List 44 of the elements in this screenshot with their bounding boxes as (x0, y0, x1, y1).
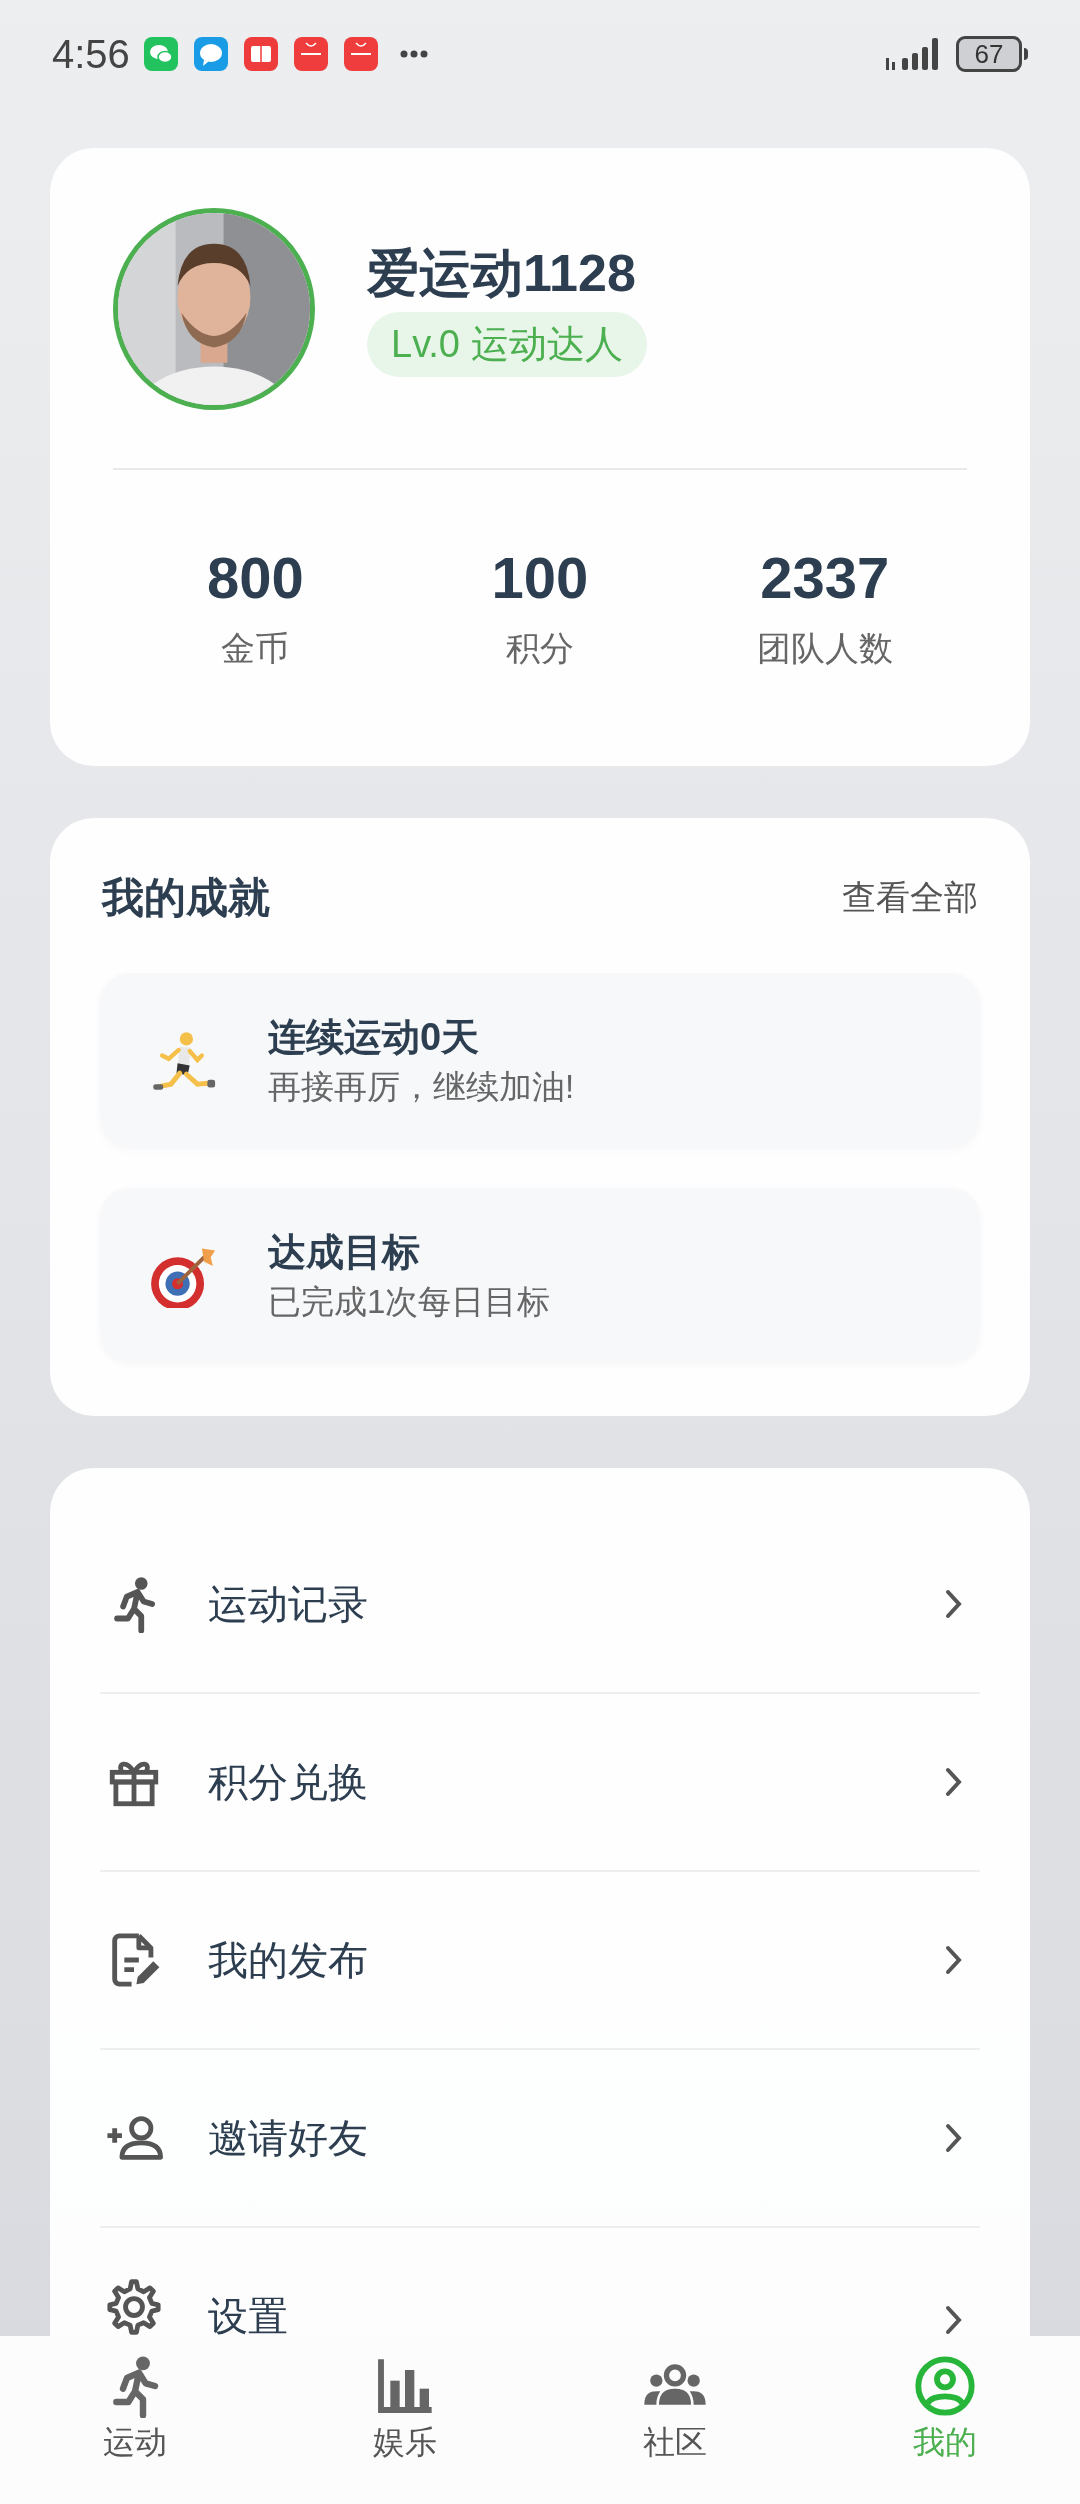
stat-label: 金币 (221, 627, 290, 669)
stat-value: 800 (206, 544, 304, 612)
section-title: 我的成就 (102, 873, 270, 923)
menu-item[interactable]: 邀请好友 (100, 2050, 980, 2228)
menu-label: 运动记录 (208, 1581, 369, 1628)
achievement-title: 达成目标 (268, 1230, 421, 1276)
menu-item[interactable]: 设置 (100, 2228, 980, 2336)
menu-item[interactable]: 我的发布 (100, 1872, 980, 2050)
chevron-right-icon (944, 2122, 964, 2154)
achievement-subtitle: 再接再厉，继续加油! (268, 1066, 575, 1107)
chat-app-icon (143, 37, 178, 71)
achievement-item[interactable]: 连续运动0天 再接再厉，继续加油! (100, 973, 980, 1148)
achievement-subtitle: 已完成1次每日目标 (268, 1281, 551, 1322)
user-circle-icon (913, 2354, 977, 2418)
user-name: 爱运动1128 (367, 243, 636, 305)
chevron-right-icon (944, 1944, 964, 1976)
battery-level: 67 (974, 41, 1004, 67)
achievement-title: 连续运动0天 (268, 1015, 481, 1061)
status-time: 4:56 (52, 31, 130, 78)
book-app-icon (243, 37, 278, 71)
chevron-right-icon (944, 2304, 964, 2336)
speech-bubble-app-icon (193, 37, 228, 71)
chevron-right-icon (944, 1588, 964, 1620)
menu-item[interactable]: 积分兑换 (100, 1694, 980, 1872)
shopping-bag-app-icon (293, 37, 328, 71)
chevron-right-icon (944, 1766, 964, 1798)
achievement-item[interactable]: 达成目标 已完成1次每日目标 (100, 1188, 980, 1363)
tab[interactable]: 娱乐 (270, 2354, 540, 2504)
menu-label: 积分兑换 (208, 1759, 369, 1806)
stat-label: 团队人数 (756, 627, 893, 669)
stat-value: 100 (491, 544, 589, 612)
level-badge: Lv.0 运动达人 (367, 312, 647, 377)
stat-label: 积分 (506, 627, 574, 669)
shopping-bag-app-icon (343, 37, 378, 71)
menu-label: 我的发布 (208, 1937, 369, 1984)
tab[interactable]: 运动 (0, 2354, 270, 2504)
menu-label: 设置 (208, 2296, 289, 2336)
menu-label: 邀请好友 (208, 2115, 369, 2162)
settings-icon (105, 2278, 163, 2336)
more-icon (399, 50, 428, 58)
tab[interactable]: 社区 (540, 2354, 810, 2504)
stat-value: 2337 (760, 544, 890, 612)
view-all-link[interactable]: 查看全部 (842, 872, 978, 923)
menu-item[interactable]: 运动记录 (100, 1516, 980, 1694)
